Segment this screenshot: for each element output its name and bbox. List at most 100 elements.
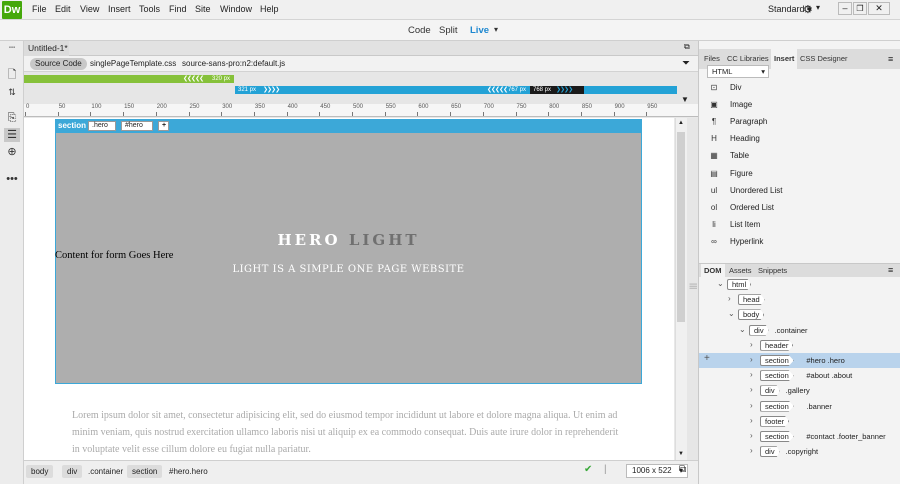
element-display[interactable]: section .hero #hero + (55, 119, 642, 133)
dom-tag[interactable]: section (760, 400, 794, 412)
insert-item-heading[interactable]: H Heading (699, 131, 900, 148)
chevron-right-icon[interactable]: › (728, 294, 731, 303)
dom-tree-row[interactable]: ⌄ div .container (699, 323, 900, 338)
scroll-up-icon[interactable]: ▲ (678, 120, 684, 126)
dom-tag[interactable]: body (738, 309, 765, 321)
breadcrumb-section[interactable]: section (127, 465, 163, 478)
format-source-icon[interactable]: ☰ (4, 128, 20, 142)
code-view-button[interactable]: Code (408, 25, 431, 36)
dom-tree-row[interactable]: › section #contact .footer_banner (699, 429, 900, 444)
dom-tag[interactable]: html (727, 279, 752, 290)
scroll-down-icon[interactable]: ▼ (678, 451, 684, 457)
chevron-right-icon[interactable]: › (750, 431, 753, 440)
gear-icon[interactable]: ⚙ (803, 3, 813, 16)
dom-tag[interactable]: section (760, 431, 794, 442)
menu-tools[interactable]: Tools (139, 4, 160, 14)
media-query-min-321[interactable]: 321 px ❯❯❯❯ ❮❮❮❮❮ 767 px (235, 86, 677, 94)
menu-window[interactable]: Window (220, 4, 252, 14)
chevron-right-icon[interactable]: › (750, 355, 753, 364)
dom-tag[interactable]: div (760, 385, 780, 397)
restore-icon[interactable]: ❐ (853, 2, 867, 15)
menu-view[interactable]: View (80, 4, 99, 14)
more-tools-icon[interactable]: ••• (4, 172, 20, 186)
breakpoint-marker-icon[interactable]: ▼ (681, 95, 689, 104)
tab-dom[interactable]: DOM (701, 264, 725, 278)
target-icon[interactable]: ⊕ (4, 145, 20, 159)
dom-tree-row[interactable]: ⌄ html (699, 277, 900, 292)
open-document-icon[interactable]: 🗋 (4, 68, 20, 82)
menu-help[interactable]: Help (260, 4, 279, 14)
related-file-css[interactable]: singlePageTemplate.css (90, 59, 176, 68)
insert-item-table[interactable]: ▦ Table (699, 148, 900, 165)
breadcrumb-hero[interactable]: #hero.hero (164, 465, 213, 478)
id-selector-pill[interactable]: #hero (121, 121, 153, 131)
menu-find[interactable]: Find (169, 4, 187, 14)
insert-item-div[interactable]: ⊡ Div (699, 80, 900, 97)
insert-item-list-item[interactable]: li List Item (699, 217, 900, 234)
panel-options-icon[interactable]: ⧉ (684, 42, 690, 52)
dom-tag[interactable]: div (749, 324, 769, 336)
dom-tag[interactable]: div (760, 446, 780, 458)
insert-category-select[interactable]: HTML ▾ (707, 65, 769, 78)
dom-tag[interactable]: footer (760, 415, 790, 427)
chevron-down-icon[interactable]: ▾ (816, 3, 820, 12)
breadcrumb-container[interactable]: .container (83, 465, 128, 478)
dom-tree-row[interactable]: › header (699, 338, 900, 353)
menu-site[interactable]: Site (195, 4, 211, 14)
dom-tree-row[interactable]: › section #about .about (699, 368, 900, 383)
split-view-button[interactable]: Split (439, 25, 457, 36)
related-file-js[interactable]: source-sans-pro:n2:default.js (182, 59, 285, 68)
media-query-min-768[interactable]: 768 px ❯❯❯❯ (530, 86, 584, 94)
dom-tag[interactable]: section (760, 370, 794, 382)
tab-assets[interactable]: Assets (726, 264, 755, 278)
panel-menu-icon[interactable]: ≡ (888, 265, 893, 275)
tab-insert[interactable]: Insert (771, 49, 798, 69)
page-properties-icon[interactable]: ⎘ (4, 111, 20, 125)
document-tab[interactable]: Untitled-1* ✕ (24, 41, 69, 68)
chevron-right-icon[interactable]: › (750, 446, 753, 455)
chevron-down-icon[interactable]: ▾ (494, 25, 498, 34)
validation-check-icon[interactable]: ✔ (584, 464, 592, 475)
filter-icon[interactable]: ⏷ (682, 58, 690, 69)
preview-icon[interactable]: ⧉ (679, 464, 686, 475)
menu-file[interactable]: File (32, 4, 47, 14)
chevron-right-icon[interactable]: › (750, 385, 753, 394)
dom-tree-row[interactable]: › div .copyright (699, 444, 900, 459)
live-view-button[interactable]: Live (470, 25, 489, 36)
insert-item-image[interactable]: ▣ Image (699, 97, 900, 114)
file-transfer-icon[interactable]: ⇅ (4, 85, 20, 99)
menu-edit[interactable]: Edit (55, 4, 71, 14)
insert-item-paragraph[interactable]: ¶ Paragraph (699, 114, 900, 131)
close-icon[interactable]: ✕ (868, 2, 890, 15)
dom-tree-row[interactable]: › head (699, 292, 900, 307)
chevron-right-icon[interactable]: › (750, 370, 753, 379)
chevron-down-icon[interactable]: ⌄ (739, 325, 746, 334)
add-selector-button[interactable]: + (158, 121, 169, 131)
class-selector-pill[interactable]: .hero (88, 121, 116, 131)
insert-item-ordered-list[interactable]: ol Ordered List (699, 200, 900, 217)
dom-tag[interactable]: section (760, 355, 794, 366)
chevron-down-icon[interactable]: ⌄ (717, 279, 724, 288)
add-element-icon[interactable]: + (704, 353, 710, 364)
dom-tag[interactable]: head (738, 294, 765, 306)
breadcrumb-div[interactable]: div (62, 465, 83, 478)
chevron-down-icon[interactable]: ⌄ (728, 309, 735, 318)
tab-snippets[interactable]: Snippets (755, 264, 790, 278)
tab-css-designer[interactable]: CSS Designer (797, 49, 851, 69)
chevron-right-icon[interactable]: › (750, 340, 753, 349)
chevron-right-icon[interactable]: › (750, 401, 753, 410)
dom-tree-row[interactable]: › div .gallery (699, 383, 900, 398)
dom-tree-row[interactable]: + › section #hero .hero (699, 353, 900, 368)
panel-menu-icon[interactable]: ≡ (888, 54, 893, 64)
dom-tree-row[interactable]: ⌄ body (699, 307, 900, 322)
dom-tree-row[interactable]: › footer (699, 414, 900, 429)
insert-item-unordered-list[interactable]: ul Unordered List (699, 183, 900, 200)
minimize-icon[interactable]: – (838, 2, 852, 15)
insert-item-figure[interactable]: ▤ Figure (699, 166, 900, 183)
chevron-right-icon[interactable]: › (750, 416, 753, 425)
breadcrumb-body[interactable]: body (26, 465, 54, 478)
source-code-button[interactable]: Source Code (30, 58, 87, 70)
splitter[interactable]: ||| (687, 118, 698, 460)
insert-item-hyperlink[interactable]: ∞ Hyperlink (699, 234, 900, 251)
dom-tag[interactable]: header (760, 339, 794, 351)
